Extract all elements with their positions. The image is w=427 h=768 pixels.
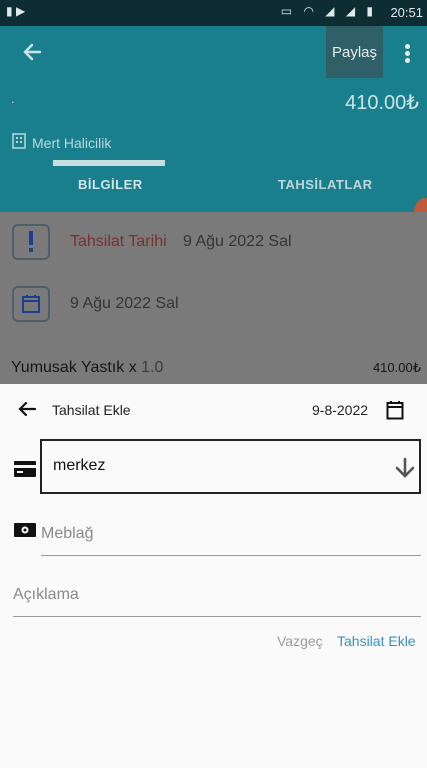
status-time: 20:51 (390, 5, 423, 20)
system-icons: ▭ ◠ ◢ ◢ ▮ (280, 4, 377, 18)
cancel-button[interactable]: Vazgeç (277, 633, 323, 649)
company-row: Mert Halicilik (12, 133, 111, 152)
amount-input[interactable] (41, 513, 421, 556)
sheet-date[interactable]: 9-8-2022 (312, 402, 368, 418)
share-label: Paylaş (331, 43, 378, 61)
header-dot: . (11, 92, 15, 106)
tab-bilgiler[interactable]: BİLGİLER (78, 177, 143, 192)
item-name: Yumusak Yastık x (11, 359, 137, 376)
credit-card-icon (13, 460, 37, 478)
collection-date-value: 9 Ağu 2022 Sal (183, 233, 292, 250)
calendar-icon[interactable] (386, 400, 404, 420)
collection-date-label: Tahsilat Tarihi (70, 233, 167, 250)
company-name: Mert Halicilik (32, 134, 112, 151)
back-arrow-icon[interactable] (16, 398, 38, 420)
notification-icons: ▮ ▶ (6, 4, 26, 18)
share-button[interactable]: Paylaş (326, 26, 383, 78)
item-row: Yumusak Yastık x 1.0 (11, 359, 163, 377)
money-icon (13, 521, 37, 539)
calendar-icon (12, 286, 50, 322)
building-icon (12, 133, 26, 152)
back-arrow-icon[interactable] (20, 40, 44, 64)
status-bar: ▮ ▶ ▭ ◠ ◢ ◢ ▮ 20:51 (0, 0, 427, 26)
description-input[interactable] (13, 574, 421, 617)
tab-indicator (53, 160, 165, 166)
tab-tahsilatlar[interactable]: TAHSİLATLAR (278, 177, 373, 192)
sheet-title: Tahsilat Ekle (52, 402, 131, 418)
alert-icon (12, 224, 50, 260)
item-qty: 1.0 (141, 359, 164, 376)
arrow-down-icon[interactable] (393, 456, 417, 480)
item-price: 410.00₺ (372, 360, 421, 375)
date-value: 9 Ağu 2022 Sal (70, 295, 179, 312)
total-amount: 410.00₺ (345, 92, 419, 114)
more-vert-icon[interactable] (400, 42, 414, 64)
add-collection-button[interactable]: Tahsilat Ekle (337, 633, 416, 649)
account-select-value: merkez (53, 457, 106, 474)
